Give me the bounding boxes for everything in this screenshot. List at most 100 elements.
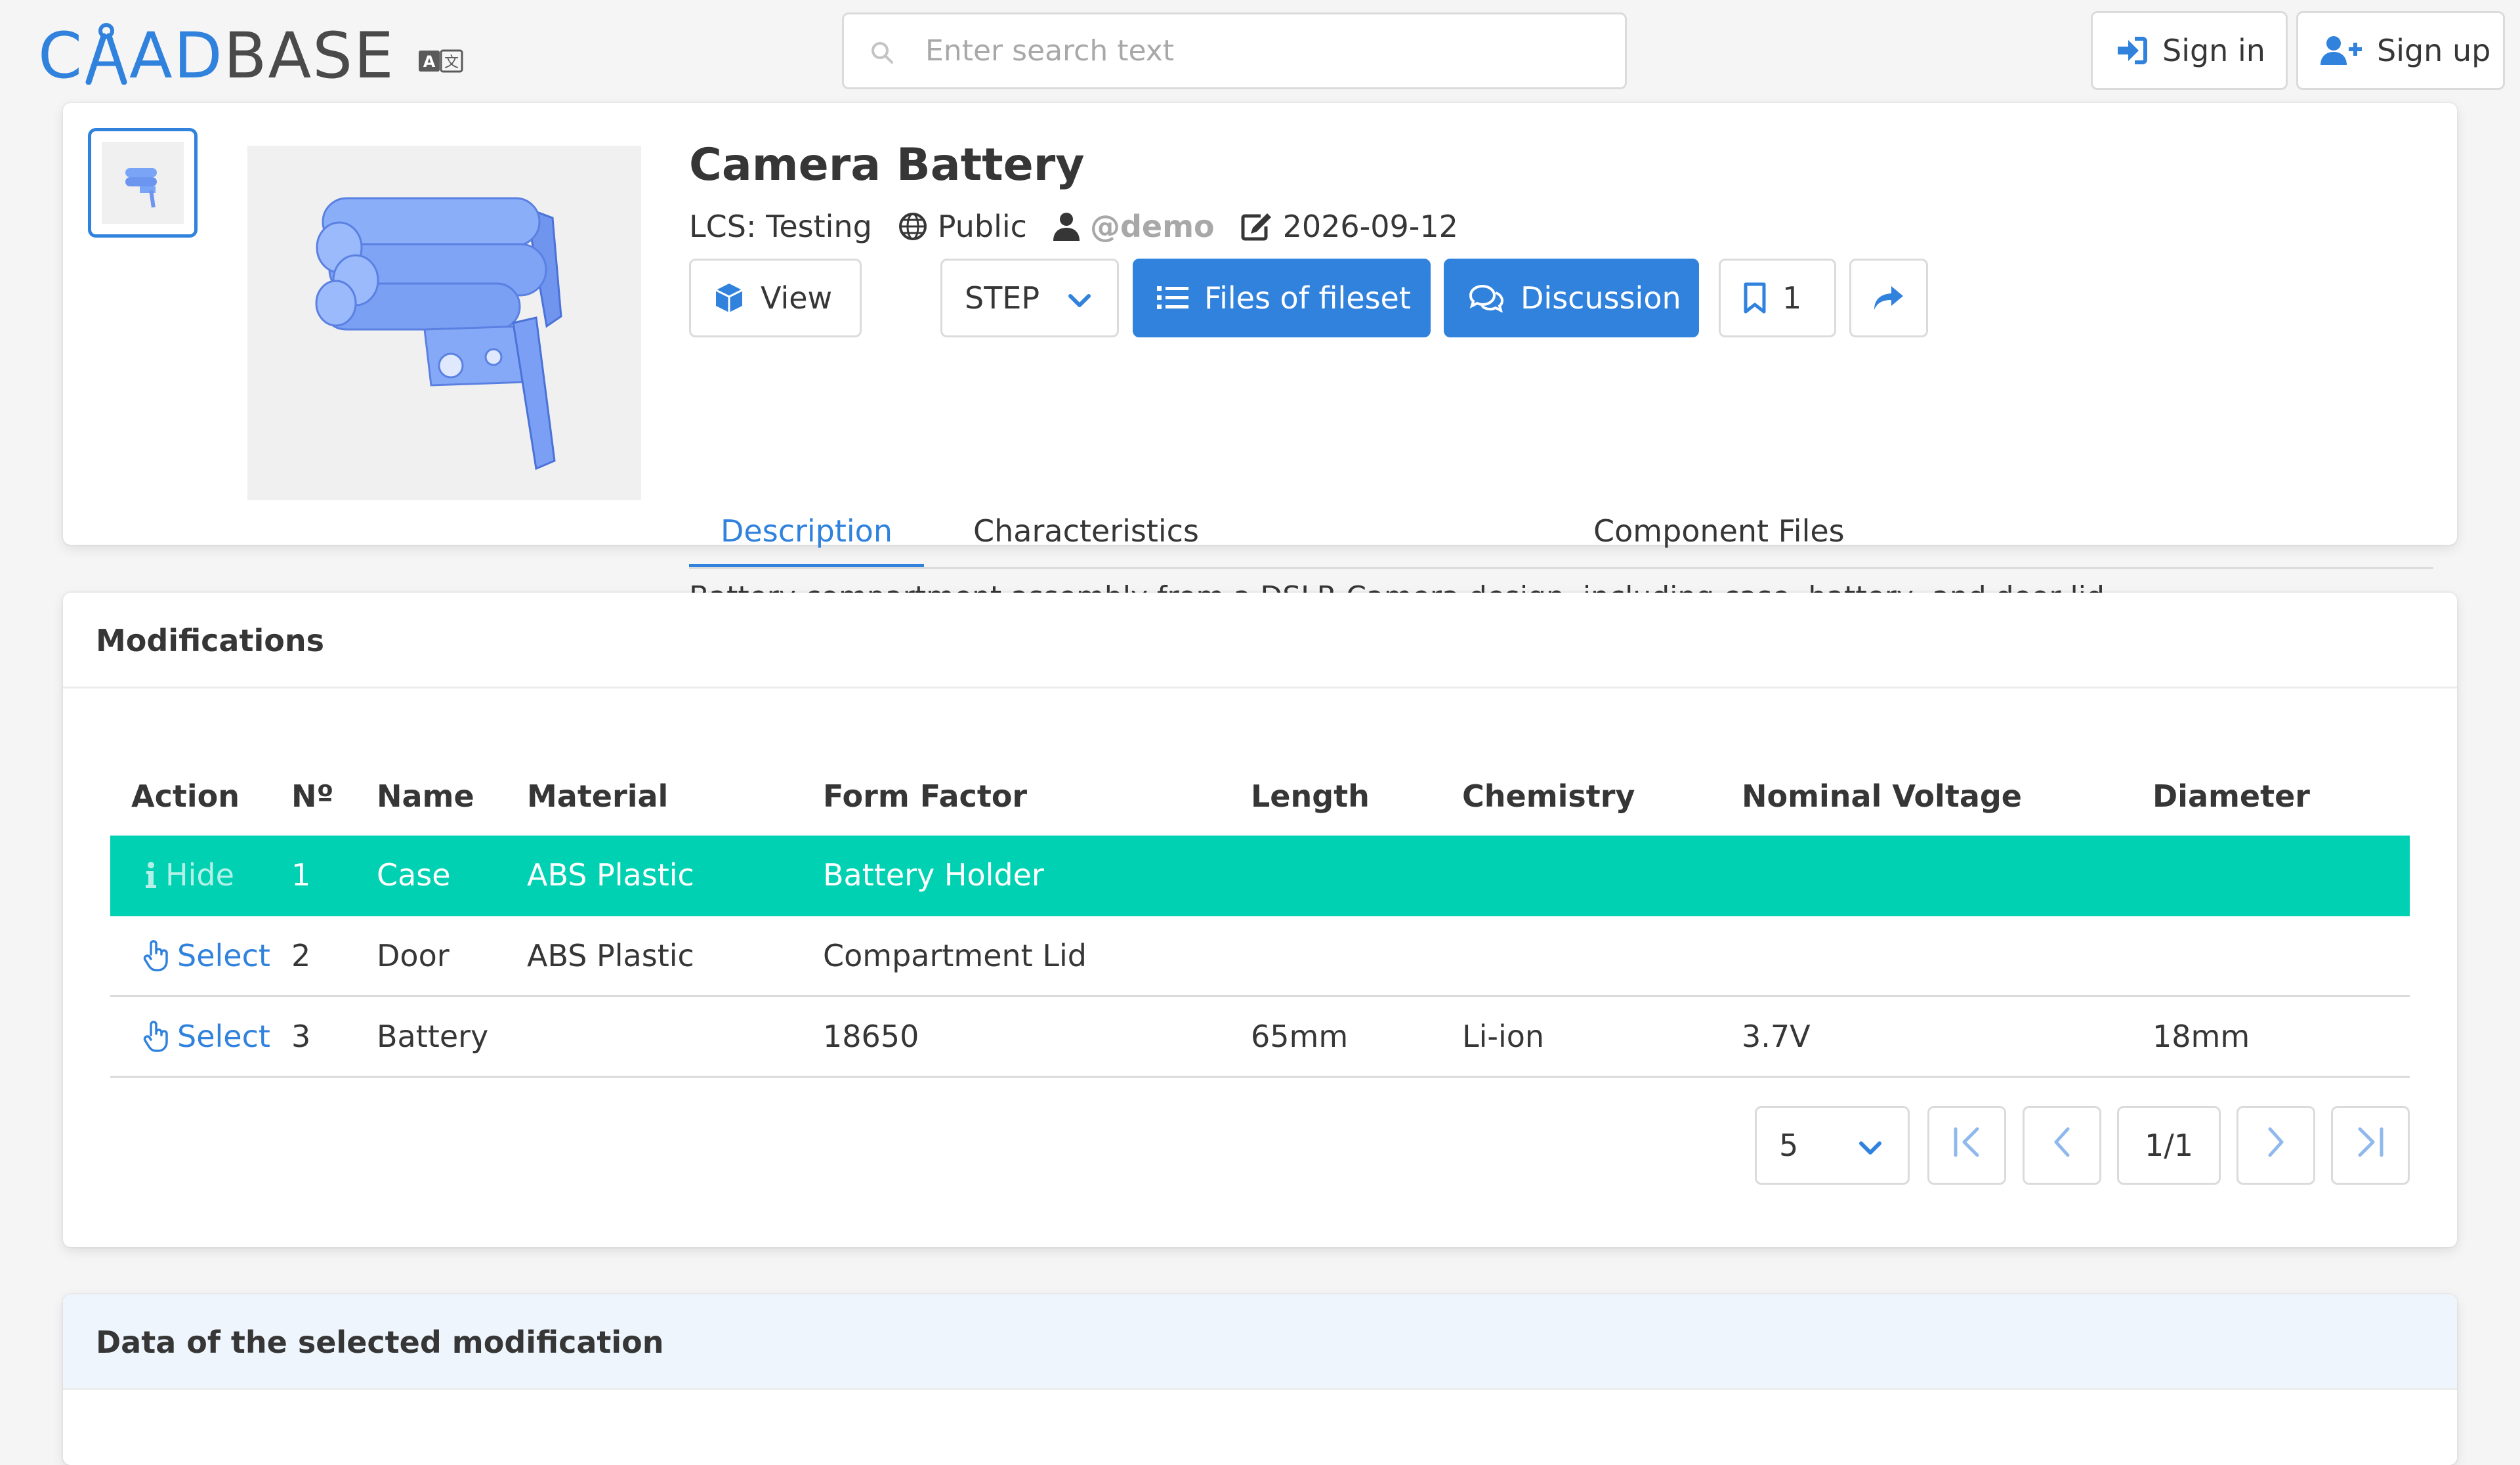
cell-name: Door xyxy=(377,915,527,997)
cell-chemistry: Li-ion xyxy=(1462,996,1742,1078)
cell-material: ABS Plastic xyxy=(527,915,823,997)
tab-description[interactable]: Description xyxy=(689,495,924,567)
visibility: Public xyxy=(898,209,1027,244)
cell-diameter xyxy=(2152,915,2410,997)
page-size-select[interactable]: 5 xyxy=(1755,1106,1910,1185)
sign-up-button[interactable]: Sign up xyxy=(2296,11,2505,90)
svg-text:文: 文 xyxy=(444,54,459,71)
table-row[interactable]: Hide 1 Case ABS Plastic Battery Holder xyxy=(110,836,2410,916)
cadbase-logo[interactable]: C ADBASE A文 xyxy=(38,20,463,99)
action-label: Hide xyxy=(165,857,234,893)
column-header: Nominal Voltage xyxy=(1742,778,2022,814)
translate-icon[interactable]: A文 xyxy=(418,49,463,77)
owner[interactable]: @demo xyxy=(1053,209,1215,244)
edit-icon xyxy=(1241,213,1271,241)
page-size-value: 5 xyxy=(1779,1128,1799,1163)
table-row[interactable]: Select 3 Battery 18650 65mm Li-ion 3.7V … xyxy=(110,996,2410,1078)
hand-pointer-icon xyxy=(143,1021,168,1052)
hand-pointer-icon xyxy=(143,940,168,971)
first-page-icon xyxy=(1952,1126,1981,1165)
top-navbar: CADBASE A文 Sign in Sign up xyxy=(0,0,2520,105)
next-page-button[interactable] xyxy=(2236,1106,2315,1185)
updated-date: 2026-09-12 xyxy=(1241,209,1458,244)
cell-name: Battery xyxy=(377,996,527,1078)
component-tabs: Description Characteristics Component Fi… xyxy=(689,495,2433,569)
cell-voltage xyxy=(1742,836,2152,916)
cell-chemistry xyxy=(1462,836,1742,916)
search-input[interactable] xyxy=(924,33,1583,68)
cell-diameter xyxy=(2152,836,2410,916)
cube-icon xyxy=(713,282,745,314)
hide-action[interactable]: Hide xyxy=(144,857,291,893)
files-of-fileset-button[interactable]: Files of fileset xyxy=(1133,259,1431,337)
column-header: Material xyxy=(527,778,669,814)
globe-icon xyxy=(898,213,927,240)
component-meta: LCS: Testing Public @demo 2026-09-12 xyxy=(689,200,1484,253)
sign-in-label: Sign in xyxy=(2162,33,2265,68)
discussion-button[interactable]: Discussion xyxy=(1444,259,1699,337)
tab-component-files[interactable]: Component Files xyxy=(1562,495,1876,567)
previous-page-button[interactable] xyxy=(2023,1106,2101,1185)
info-icon xyxy=(146,862,156,888)
cell-length xyxy=(1251,836,1462,916)
chevron-down-icon xyxy=(1068,280,1091,316)
table-row[interactable]: Select 2 Door ABS Plastic Compartment Li… xyxy=(110,915,2410,997)
column-header: Nº xyxy=(291,778,334,814)
selected-modification-card: Data of the selected modification xyxy=(63,1294,2457,1465)
first-page-button[interactable] xyxy=(1927,1106,2006,1185)
column-header: Form Factor xyxy=(823,778,1028,814)
cell-voltage xyxy=(1742,915,2152,997)
list-icon xyxy=(1157,285,1188,311)
logo-text: C ADBASE xyxy=(38,20,395,99)
component-thumbnail[interactable] xyxy=(88,128,198,238)
sign-in-button[interactable]: Sign in xyxy=(2091,11,2288,90)
table-header-row: Action Nº Name Material Form Factor Leng… xyxy=(110,757,2410,836)
component-card: Camera Battery LCS: Testing Public @demo… xyxy=(63,103,2457,614)
compass-icon xyxy=(83,22,129,99)
visibility-label: Public xyxy=(937,209,1027,244)
svg-text:A: A xyxy=(423,53,435,71)
column-header: Diameter xyxy=(2152,778,2310,814)
user-icon xyxy=(1053,213,1080,241)
view-button[interactable]: View xyxy=(689,259,862,337)
select-action[interactable]: Select xyxy=(143,938,291,973)
cell-chemistry xyxy=(1462,915,1742,997)
sign-up-label: Sign up xyxy=(2377,33,2491,68)
bookmark-button[interactable]: 1 xyxy=(1719,259,1836,337)
last-page-icon xyxy=(2356,1126,2385,1165)
file-format-value: STEP xyxy=(965,280,1040,316)
cell-form-factor: 18650 xyxy=(823,996,1251,1078)
action-label: Select xyxy=(177,938,270,973)
page-indicator: 1/1 xyxy=(2117,1106,2221,1185)
cell-form-factor: Battery Holder xyxy=(823,836,1251,916)
search-field[interactable] xyxy=(842,12,1627,89)
tab-characteristics[interactable]: Characteristics xyxy=(942,495,1230,567)
modifications-table: Action Nº Name Material Form Factor Leng… xyxy=(110,757,2410,1078)
last-page-button[interactable] xyxy=(2331,1106,2410,1185)
cell-number: 3 xyxy=(291,996,377,1078)
comments-icon xyxy=(1468,284,1505,312)
cell-length: 65mm xyxy=(1251,996,1462,1078)
component-title: Camera Battery xyxy=(689,139,1085,191)
sign-in-icon xyxy=(2115,36,2148,65)
page-indicator-label: 1/1 xyxy=(2144,1128,2194,1163)
cell-material xyxy=(527,996,823,1078)
updated-date-label: 2026-09-12 xyxy=(1282,209,1458,244)
cell-length xyxy=(1251,915,1462,997)
cell-voltage: 3.7V xyxy=(1742,996,2152,1078)
cell-diameter: 18mm xyxy=(2152,996,2410,1078)
share-button[interactable] xyxy=(1849,259,1928,337)
cell-number: 1 xyxy=(291,836,377,916)
owner-username[interactable]: @demo xyxy=(1090,209,1215,244)
component-preview-image[interactable] xyxy=(247,146,641,500)
bookmark-count: 1 xyxy=(1782,280,1802,316)
cell-name: Case xyxy=(377,836,527,916)
discussion-label: Discussion xyxy=(1521,280,1681,316)
view-label: View xyxy=(761,280,833,316)
cell-material: ABS Plastic xyxy=(527,836,823,916)
select-action[interactable]: Select xyxy=(143,1019,291,1054)
file-format-select[interactable]: STEP xyxy=(940,259,1119,337)
bookmark-icon xyxy=(1743,282,1767,314)
modifications-card: Modifications Action Nº Name Material Fo… xyxy=(63,593,2457,1247)
thumbnail-image xyxy=(102,142,184,224)
